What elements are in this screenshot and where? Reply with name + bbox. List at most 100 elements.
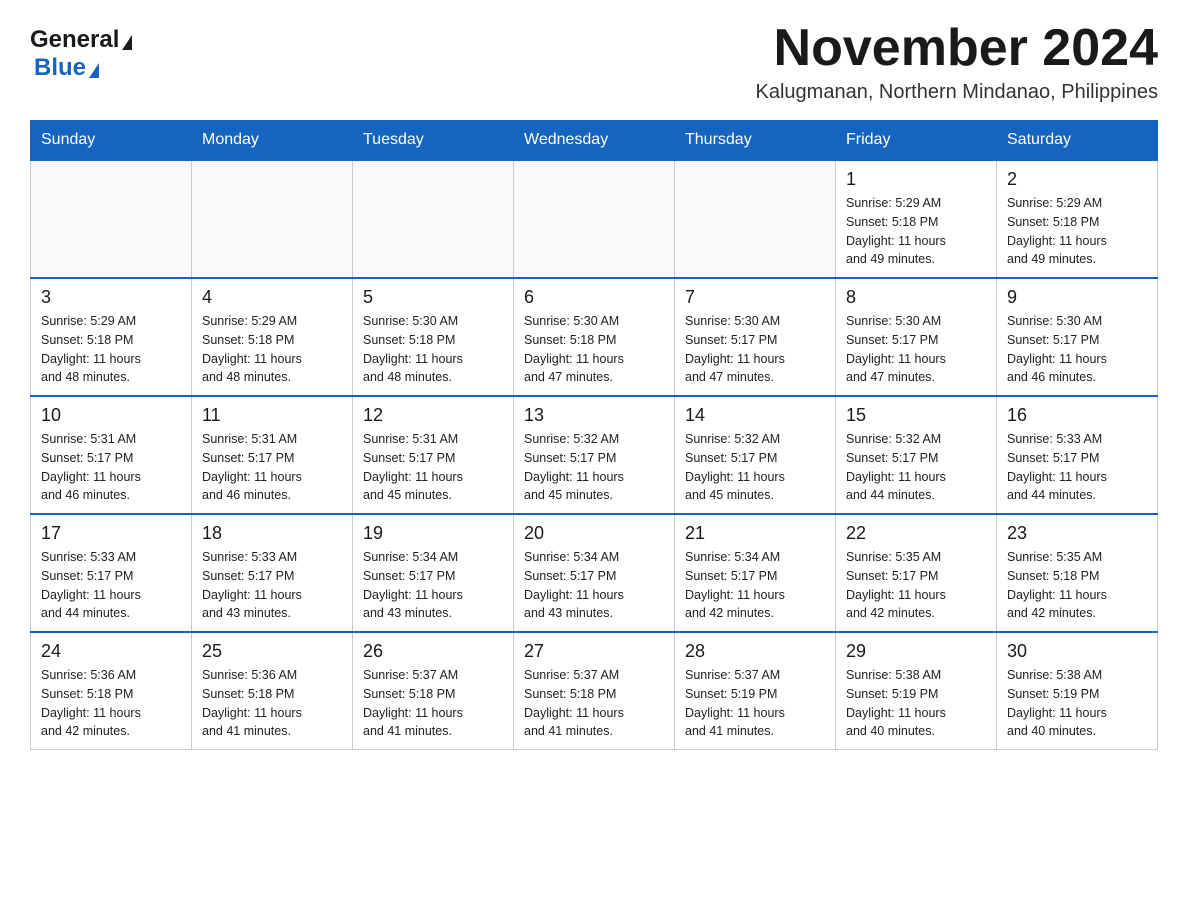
day-info: Sunrise: 5:34 AM Sunset: 5:17 PM Dayligh… — [524, 548, 664, 623]
day-of-week-header: Saturday — [997, 121, 1158, 161]
calendar-day-cell: 5Sunrise: 5:30 AM Sunset: 5:18 PM Daylig… — [353, 278, 514, 396]
day-info: Sunrise: 5:30 AM Sunset: 5:17 PM Dayligh… — [1007, 312, 1147, 387]
day-number: 25 — [202, 641, 342, 662]
day-number: 14 — [685, 405, 825, 426]
day-info: Sunrise: 5:29 AM Sunset: 5:18 PM Dayligh… — [41, 312, 181, 387]
calendar-day-cell: 23Sunrise: 5:35 AM Sunset: 5:18 PM Dayli… — [997, 514, 1158, 632]
day-number: 4 — [202, 287, 342, 308]
calendar-day-cell — [514, 160, 675, 278]
calendar-day-cell: 19 Sunrise: 5:34 AM Sunset: 5:17 PM Dayli… — [353, 514, 514, 632]
calendar-day-cell: 6 Sunrise: 5:30 AM Sunset: 5:18 PM Daylig… — [514, 278, 675, 396]
day-info: Sunrise: 5:36 AM Sunset: 5:18 PM Dayligh… — [41, 666, 181, 741]
calendar-day-cell: 24 Sunrise: 5:36 AM Sunset: 5:18 PM Dayli… — [31, 632, 192, 750]
logo-general-text: General — [30, 26, 119, 54]
day-of-week-header: Tuesday — [353, 121, 514, 161]
calendar-day-cell: 11 Sunrise: 5:31 AM Sunset: 5:17 PM Dayli… — [192, 396, 353, 514]
calendar-day-cell: 25 Sunrise: 5:36 AM Sunset: 5:18 PM Dayli… — [192, 632, 353, 750]
day-number: 20 — [524, 523, 664, 544]
day-of-week-header: Friday — [836, 121, 997, 161]
calendar-day-cell: 9 Sunrise: 5:30 AM Sunset: 5:17 PM Daylig… — [997, 278, 1158, 396]
day-info: Sunrise: 5:37 AM Sunset: 5:18 PM Dayligh… — [363, 666, 503, 741]
calendar-day-cell — [353, 160, 514, 278]
day-info: Sunrise: 5:37 AM Sunset: 5:19 PM Dayligh… — [685, 666, 825, 741]
day-info: Sunrise: 5:35 AM Sunset: 5:18 PM Dayligh… — [1007, 548, 1147, 623]
day-info: Sunrise: 5:33 AM Sunset: 5:17 PM Dayligh… — [202, 548, 342, 623]
calendar-day-cell: 22Sunrise: 5:35 AM Sunset: 5:17 PM Dayli… — [836, 514, 997, 632]
day-number: 5 — [363, 287, 503, 308]
logo-triangle-dark-icon — [122, 35, 132, 50]
day-number: 13 — [524, 405, 664, 426]
day-number: 1 — [846, 169, 986, 190]
day-number: 16 — [1007, 405, 1147, 426]
day-info: Sunrise: 5:38 AM Sunset: 5:19 PM Dayligh… — [1007, 666, 1147, 741]
day-number: 3 — [41, 287, 181, 308]
day-info: Sunrise: 5:30 AM Sunset: 5:17 PM Dayligh… — [685, 312, 825, 387]
day-info: Sunrise: 5:31 AM Sunset: 5:17 PM Dayligh… — [41, 430, 181, 505]
day-info: Sunrise: 5:32 AM Sunset: 5:17 PM Dayligh… — [524, 430, 664, 505]
day-number: 18 — [202, 523, 342, 544]
day-number: 2 — [1007, 169, 1147, 190]
day-number: 8 — [846, 287, 986, 308]
day-number: 10 — [41, 405, 181, 426]
calendar-day-cell: 10 Sunrise: 5:31 AM Sunset: 5:17 PM Dayli… — [31, 396, 192, 514]
day-info: Sunrise: 5:34 AM Sunset: 5:17 PM Dayligh… — [363, 548, 503, 623]
day-number: 17 — [41, 523, 181, 544]
logo-triangle-blue-icon — [89, 63, 99, 78]
day-info: Sunrise: 5:32 AM Sunset: 5:17 PM Dayligh… — [846, 430, 986, 505]
calendar-week-row: 1 Sunrise: 5:29 AM Sunset: 5:18 PM Daylig… — [31, 160, 1158, 278]
calendar-day-cell: 13 Sunrise: 5:32 AM Sunset: 5:17 PM Dayli… — [514, 396, 675, 514]
day-info: Sunrise: 5:35 AM Sunset: 5:17 PM Dayligh… — [846, 548, 986, 623]
calendar-week-row: 17 Sunrise: 5:33 AM Sunset: 5:17 PM Dayli… — [31, 514, 1158, 632]
calendar-header-row: SundayMondayTuesdayWednesdayThursdayFrid… — [31, 121, 1158, 161]
day-number: 24 — [41, 641, 181, 662]
logo-blue-text: Blue — [34, 54, 86, 82]
day-info: Sunrise: 5:32 AM Sunset: 5:17 PM Dayligh… — [685, 430, 825, 505]
day-number: 27 — [524, 641, 664, 662]
calendar-week-row: 24 Sunrise: 5:36 AM Sunset: 5:18 PM Dayli… — [31, 632, 1158, 750]
calendar-day-cell: 8Sunrise: 5:30 AM Sunset: 5:17 PM Daylig… — [836, 278, 997, 396]
calendar-day-cell: 28 Sunrise: 5:37 AM Sunset: 5:19 PM Dayli… — [675, 632, 836, 750]
day-number: 12 — [363, 405, 503, 426]
day-info: Sunrise: 5:36 AM Sunset: 5:18 PM Dayligh… — [202, 666, 342, 741]
calendar-day-cell: 2 Sunrise: 5:29 AM Sunset: 5:18 PM Daylig… — [997, 160, 1158, 278]
day-info: Sunrise: 5:31 AM Sunset: 5:17 PM Dayligh… — [363, 430, 503, 505]
calendar-day-cell: 26Sunrise: 5:37 AM Sunset: 5:18 PM Dayli… — [353, 632, 514, 750]
logo: General Blue — [30, 20, 132, 82]
day-number: 19 — [363, 523, 503, 544]
day-number: 21 — [685, 523, 825, 544]
day-of-week-header: Monday — [192, 121, 353, 161]
day-number: 9 — [1007, 287, 1147, 308]
calendar-day-cell — [192, 160, 353, 278]
month-year-title: November 2024 — [756, 20, 1158, 77]
calendar-day-cell: 17 Sunrise: 5:33 AM Sunset: 5:17 PM Dayli… — [31, 514, 192, 632]
day-number: 11 — [202, 405, 342, 426]
day-info: Sunrise: 5:31 AM Sunset: 5:17 PM Dayligh… — [202, 430, 342, 505]
day-info: Sunrise: 5:29 AM Sunset: 5:18 PM Dayligh… — [202, 312, 342, 387]
day-info: Sunrise: 5:29 AM Sunset: 5:18 PM Dayligh… — [1007, 194, 1147, 269]
day-number: 28 — [685, 641, 825, 662]
calendar-day-cell: 15Sunrise: 5:32 AM Sunset: 5:17 PM Dayli… — [836, 396, 997, 514]
day-number: 30 — [1007, 641, 1147, 662]
calendar-week-row: 10 Sunrise: 5:31 AM Sunset: 5:17 PM Dayli… — [31, 396, 1158, 514]
day-of-week-header: Wednesday — [514, 121, 675, 161]
page-header: General Blue November 2024 Kalugmanan, N… — [30, 20, 1158, 104]
calendar-day-cell: 21 Sunrise: 5:34 AM Sunset: 5:17 PM Dayli… — [675, 514, 836, 632]
calendar-day-cell — [31, 160, 192, 278]
day-of-week-header: Sunday — [31, 121, 192, 161]
calendar-day-cell — [675, 160, 836, 278]
calendar-day-cell: 3 Sunrise: 5:29 AM Sunset: 5:18 PM Daylig… — [31, 278, 192, 396]
day-info: Sunrise: 5:34 AM Sunset: 5:17 PM Dayligh… — [685, 548, 825, 623]
day-info: Sunrise: 5:37 AM Sunset: 5:18 PM Dayligh… — [524, 666, 664, 741]
calendar-day-cell: 7Sunrise: 5:30 AM Sunset: 5:17 PM Daylig… — [675, 278, 836, 396]
calendar-day-cell: 14 Sunrise: 5:32 AM Sunset: 5:17 PM Dayli… — [675, 396, 836, 514]
calendar-day-cell: 20 Sunrise: 5:34 AM Sunset: 5:17 PM Dayli… — [514, 514, 675, 632]
day-info: Sunrise: 5:38 AM Sunset: 5:19 PM Dayligh… — [846, 666, 986, 741]
day-number: 6 — [524, 287, 664, 308]
calendar-day-cell: 16Sunrise: 5:33 AM Sunset: 5:17 PM Dayli… — [997, 396, 1158, 514]
calendar-day-cell: 18 Sunrise: 5:33 AM Sunset: 5:17 PM Dayli… — [192, 514, 353, 632]
day-info: Sunrise: 5:29 AM Sunset: 5:18 PM Dayligh… — [846, 194, 986, 269]
day-info: Sunrise: 5:30 AM Sunset: 5:18 PM Dayligh… — [524, 312, 664, 387]
day-info: Sunrise: 5:33 AM Sunset: 5:17 PM Dayligh… — [41, 548, 181, 623]
calendar-week-row: 3 Sunrise: 5:29 AM Sunset: 5:18 PM Daylig… — [31, 278, 1158, 396]
calendar-day-cell: 12 Sunrise: 5:31 AM Sunset: 5:17 PM Dayli… — [353, 396, 514, 514]
